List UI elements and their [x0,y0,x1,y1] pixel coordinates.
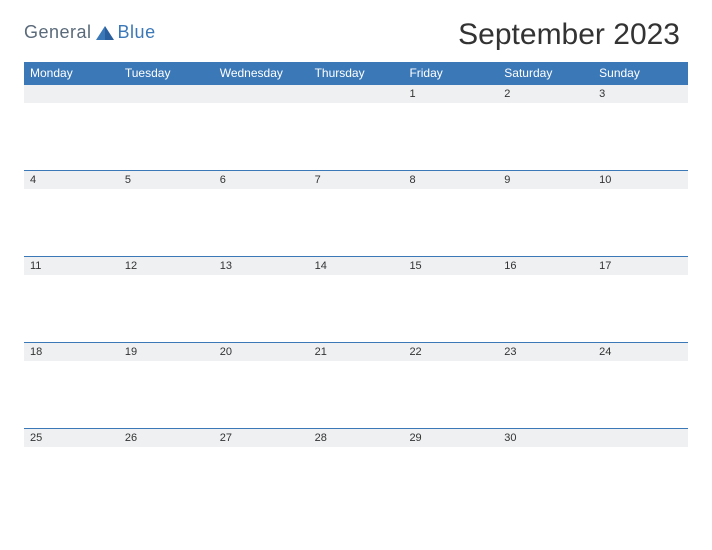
day-cell: 21 [309,343,404,428]
day-cell: 1 [403,85,498,170]
day-cell: 13 [214,257,309,342]
day-number [214,85,309,103]
day-cell [24,85,119,170]
brand-logo: General Blue [24,22,156,43]
day-number: 25 [24,429,119,447]
day-cell: 10 [593,171,688,256]
day-number: 1 [403,85,498,103]
day-cell: 25 [24,429,119,514]
day-cell [593,429,688,514]
day-number: 17 [593,257,688,275]
day-cell: 6 [214,171,309,256]
day-cell: 8 [403,171,498,256]
day-header: Thursday [309,62,404,84]
day-cell: 27 [214,429,309,514]
day-cell: 4 [24,171,119,256]
day-number: 12 [119,257,214,275]
day-cell: 14 [309,257,404,342]
day-number [309,85,404,103]
day-number: 19 [119,343,214,361]
day-number: 9 [498,171,593,189]
page-title: September 2023 [458,18,680,52]
day-number: 16 [498,257,593,275]
day-cell: 20 [214,343,309,428]
day-cell: 16 [498,257,593,342]
day-cell [214,85,309,170]
week-row: 11 12 13 14 15 16 17 [24,256,688,342]
day-number: 30 [498,429,593,447]
day-cell: 29 [403,429,498,514]
day-cell: 24 [593,343,688,428]
day-cell [309,85,404,170]
day-cell: 30 [498,429,593,514]
day-number: 26 [119,429,214,447]
day-number: 4 [24,171,119,189]
day-cell: 7 [309,171,404,256]
day-header: Saturday [498,62,593,84]
day-number: 22 [403,343,498,361]
day-number: 28 [309,429,404,447]
day-number: 23 [498,343,593,361]
day-number [24,85,119,103]
day-number: 2 [498,85,593,103]
day-cell: 11 [24,257,119,342]
day-number: 18 [24,343,119,361]
day-number: 21 [309,343,404,361]
day-cell: 2 [498,85,593,170]
day-number: 29 [403,429,498,447]
day-number: 5 [119,171,214,189]
day-header-row: Monday Tuesday Wednesday Thursday Friday… [24,62,688,84]
day-cell: 23 [498,343,593,428]
day-header: Friday [403,62,498,84]
day-number: 8 [403,171,498,189]
day-number: 20 [214,343,309,361]
week-row: 18 19 20 21 22 23 24 [24,342,688,428]
day-cell [119,85,214,170]
day-cell: 15 [403,257,498,342]
day-cell: 12 [119,257,214,342]
day-number: 15 [403,257,498,275]
day-number: 6 [214,171,309,189]
day-number: 13 [214,257,309,275]
week-row: 4 5 6 7 8 9 10 [24,170,688,256]
week-row: 1 2 3 [24,84,688,170]
week-row: 25 26 27 28 29 30 [24,428,688,514]
day-number: 24 [593,343,688,361]
day-number: 7 [309,171,404,189]
day-cell: 17 [593,257,688,342]
day-cell: 9 [498,171,593,256]
day-number [593,429,688,447]
day-cell: 22 [403,343,498,428]
brand-name-2: Blue [118,22,156,43]
day-number: 14 [309,257,404,275]
calendar: Monday Tuesday Wednesday Thursday Friday… [24,62,688,514]
day-cell: 18 [24,343,119,428]
day-header: Sunday [593,62,688,84]
day-cell: 3 [593,85,688,170]
day-cell: 5 [119,171,214,256]
day-cell: 26 [119,429,214,514]
brand-name-1: General [24,22,92,43]
day-number: 11 [24,257,119,275]
day-cell: 28 [309,429,404,514]
triangle-icon [96,26,114,40]
day-header: Tuesday [119,62,214,84]
day-header: Wednesday [214,62,309,84]
day-number: 3 [593,85,688,103]
day-number [119,85,214,103]
day-number: 10 [593,171,688,189]
day-header: Monday [24,62,119,84]
day-number: 27 [214,429,309,447]
day-cell: 19 [119,343,214,428]
header: General Blue September 2023 [24,18,688,52]
